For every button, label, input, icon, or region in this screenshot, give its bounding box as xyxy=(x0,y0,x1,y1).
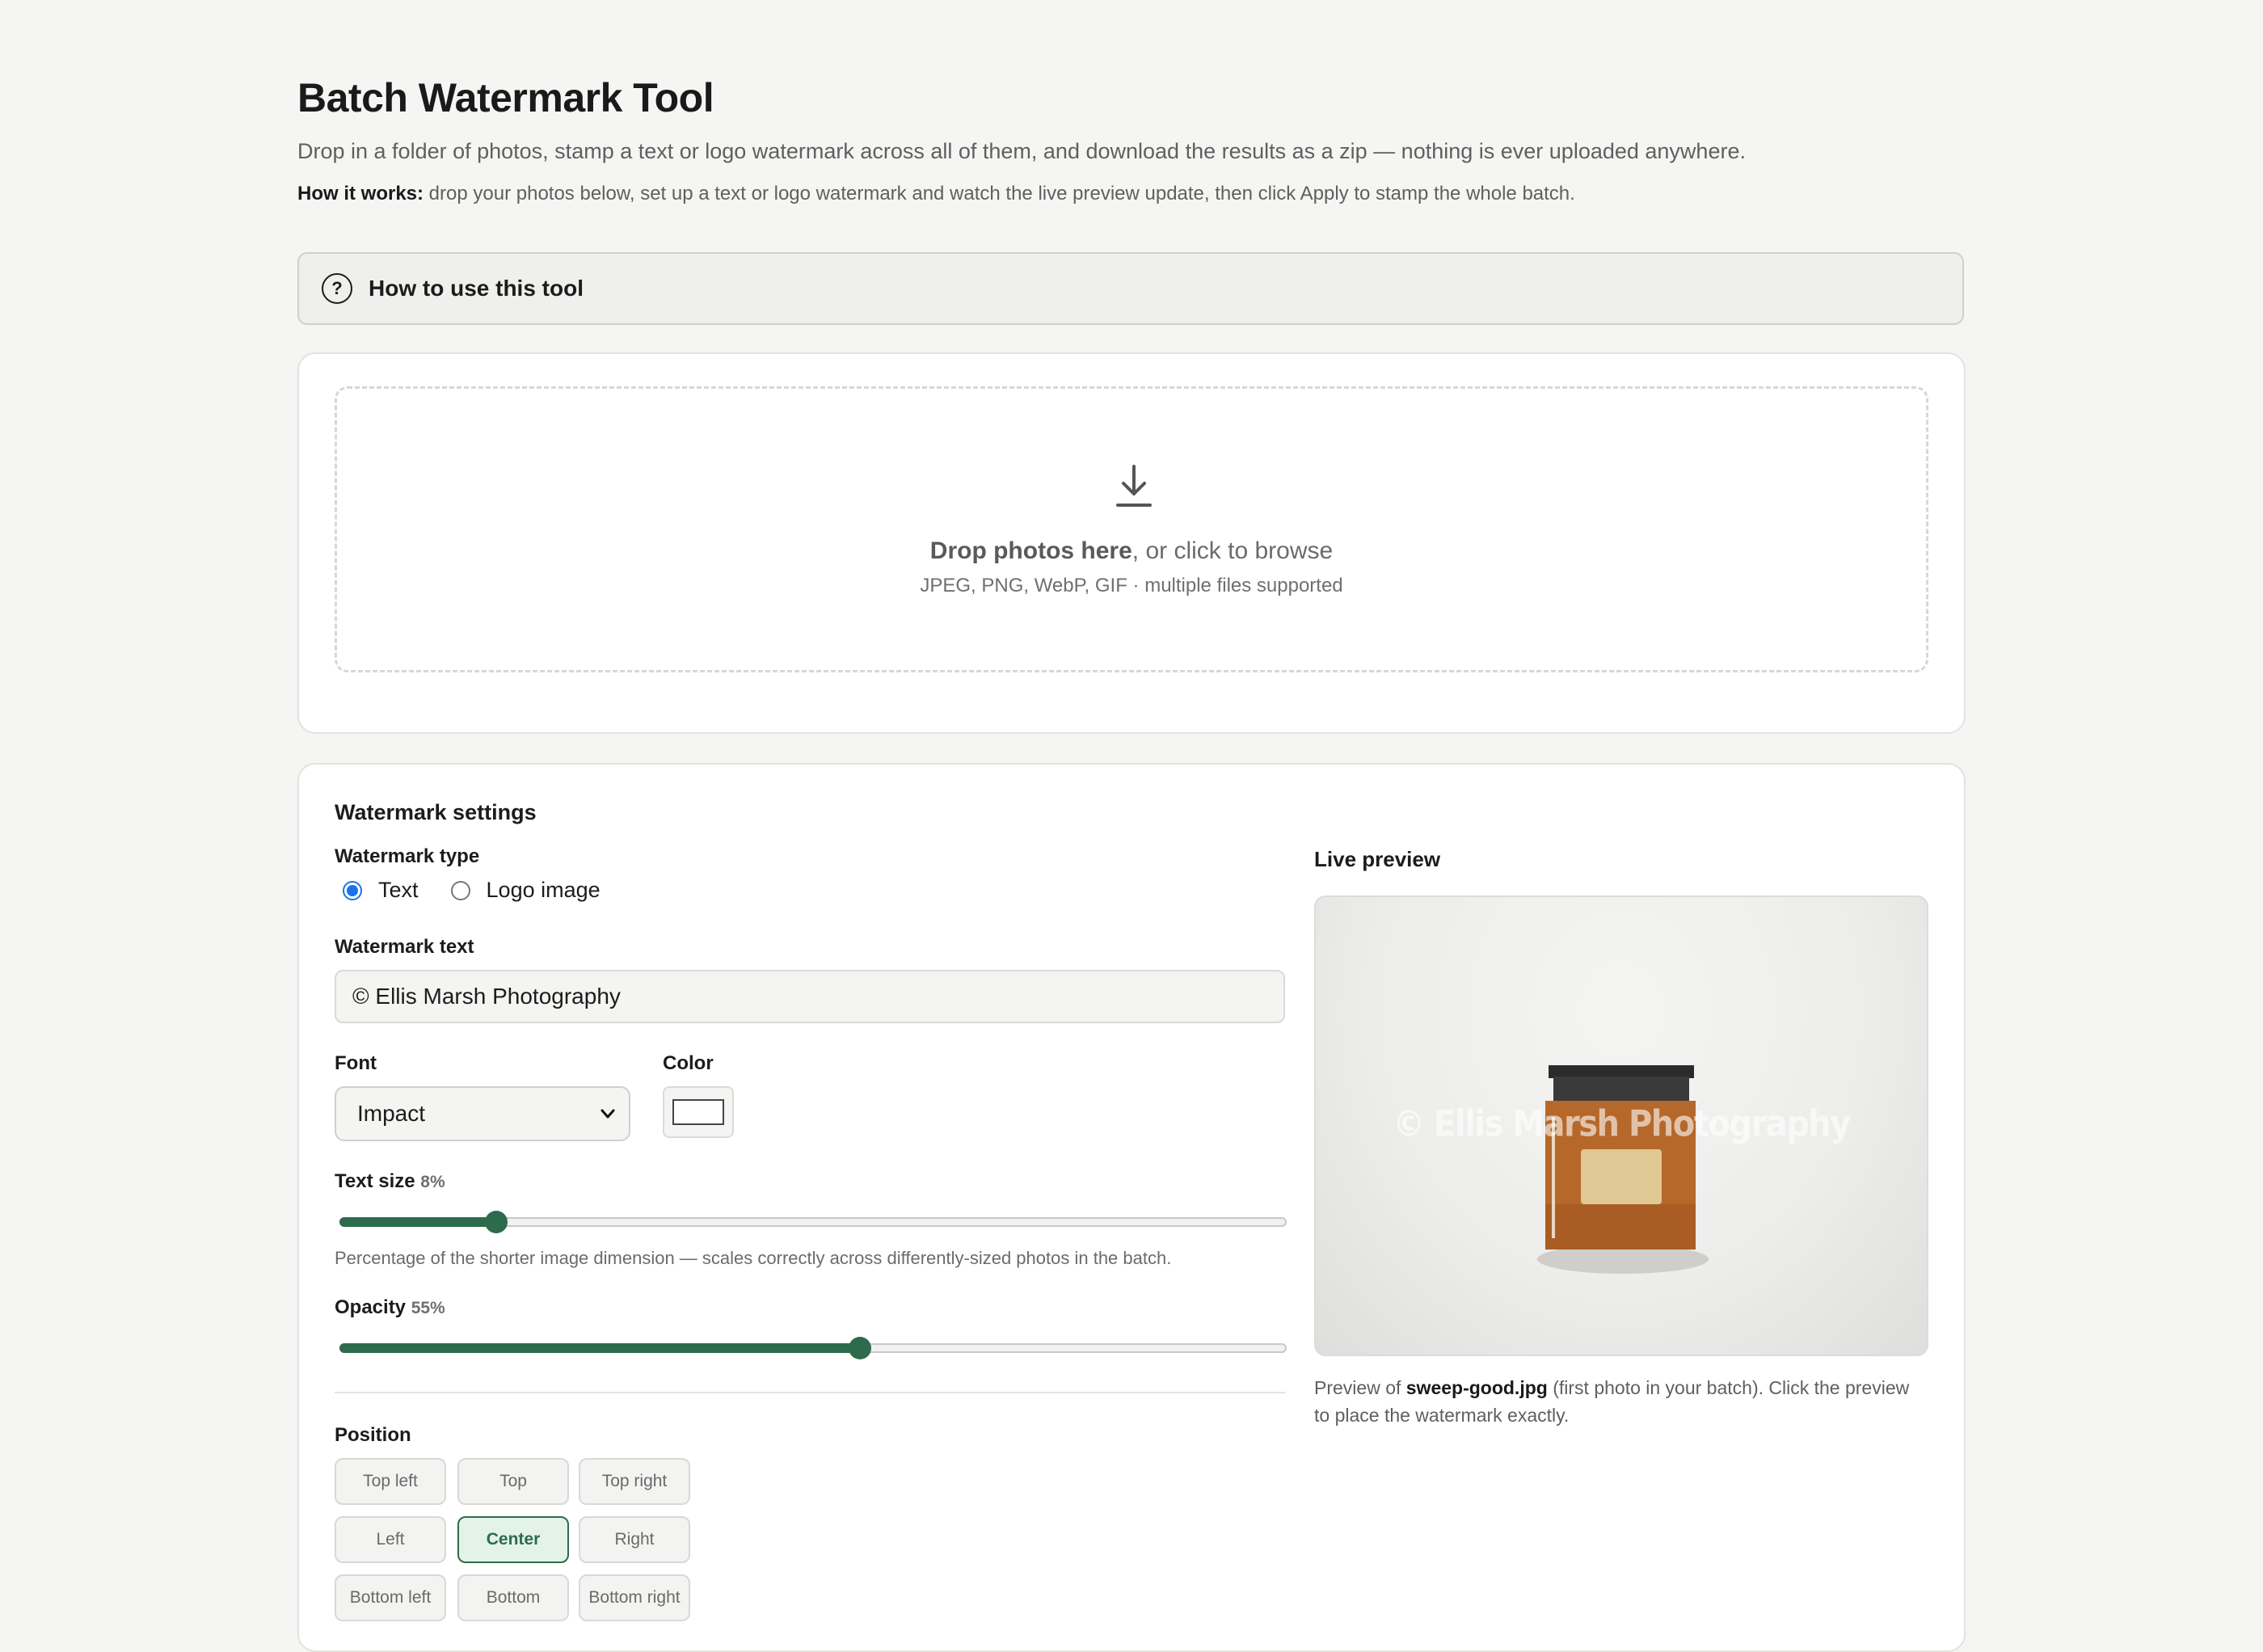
position-bottom-left-button[interactable]: Bottom left xyxy=(335,1574,446,1621)
watermark-text-input[interactable]: © Ellis Marsh Photography xyxy=(335,970,1285,1023)
live-preview-canvas[interactable]: © Ellis Marsh Photography xyxy=(1314,896,1928,1356)
jar-lid-top xyxy=(1549,1065,1694,1078)
position-bottom-right-button[interactable]: Bottom right xyxy=(579,1574,690,1621)
opacity-fill xyxy=(339,1343,860,1353)
dropzone-title: Drop photos here, or click to browse xyxy=(337,537,1926,565)
radio-logo-label: Logo image xyxy=(486,878,601,902)
text-size-label-text: Text size xyxy=(335,1170,415,1192)
live-preview-label: Live preview xyxy=(1314,847,1441,871)
watermark-text-label: Watermark text xyxy=(335,936,474,958)
position-center-button[interactable]: Center xyxy=(457,1516,569,1563)
how-to-use-toggle[interactable]: ? How to use this tool xyxy=(297,252,1964,325)
watermark-type-group: Text Logo image xyxy=(343,878,633,903)
page-title: Batch Watermark Tool xyxy=(297,75,714,120)
jar-lid xyxy=(1553,1077,1689,1102)
how-it-works-text: How it works: drop your photos below, se… xyxy=(297,183,1575,205)
position-left-button[interactable]: Left xyxy=(335,1516,446,1563)
settings-card: Watermark settings Watermark type Text L… xyxy=(297,763,1966,1652)
how-it-works-label: How it works: xyxy=(297,183,424,204)
text-size-value: 8% xyxy=(420,1173,445,1191)
help-circle-icon: ? xyxy=(322,273,352,304)
text-size-fill xyxy=(339,1217,497,1227)
watermark-type-label: Watermark type xyxy=(335,845,480,867)
position-label: Position xyxy=(335,1424,411,1446)
opacity-label-text: Opacity xyxy=(335,1296,407,1318)
how-to-use-label: How to use this tool xyxy=(369,276,584,301)
watermark-overlay: © Ellis Marsh Photography xyxy=(1393,1103,1851,1145)
opacity-slider[interactable] xyxy=(339,1332,1287,1364)
opacity-label: Opacity 55% xyxy=(335,1296,445,1319)
font-select-value: Impact xyxy=(357,1101,426,1126)
color-label: Color xyxy=(663,1052,714,1074)
upload-card: Drop photos here, or click to browse JPE… xyxy=(297,352,1966,734)
type-option-logo[interactable]: Logo image xyxy=(450,878,601,903)
radio-text[interactable] xyxy=(343,880,362,900)
caption-filename: sweep-good.jpg xyxy=(1405,1377,1548,1398)
text-size-thumb[interactable] xyxy=(485,1211,508,1233)
font-select[interactable]: Impact xyxy=(335,1086,630,1141)
text-size-label: Text size 8% xyxy=(335,1170,445,1193)
jar-shade xyxy=(1545,1204,1696,1250)
chevron-down-icon xyxy=(601,1109,615,1119)
settings-title: Watermark settings xyxy=(335,800,537,824)
text-size-slider[interactable] xyxy=(339,1206,1287,1238)
dropzone-title-rest: , or click to browse xyxy=(1132,537,1334,564)
dropzone-formats: JPEG, PNG, WebP, GIF · multiple files su… xyxy=(920,575,1343,596)
position-bottom-button[interactable]: Bottom xyxy=(457,1574,569,1621)
color-swatch xyxy=(672,1099,724,1125)
position-right-button[interactable]: Right xyxy=(579,1516,690,1563)
font-label: Font xyxy=(335,1052,377,1074)
settings-divider xyxy=(335,1392,1285,1393)
page-subtitle: Drop in a folder of photos, stamp a text… xyxy=(297,139,1746,163)
preview-caption: Preview of sweep-good.jpg (first photo i… xyxy=(1314,1374,1928,1429)
position-top-button[interactable]: Top xyxy=(457,1458,569,1505)
position-top-left-button[interactable]: Top left xyxy=(335,1458,446,1505)
opacity-value: 55% xyxy=(411,1299,445,1317)
photo-dropzone[interactable]: Drop photos here, or click to browse JPE… xyxy=(335,386,1928,672)
type-option-text[interactable]: Text xyxy=(343,878,419,903)
radio-logo[interactable] xyxy=(450,880,470,900)
text-size-hint: Percentage of the shorter image dimensio… xyxy=(335,1248,1172,1268)
opacity-thumb[interactable] xyxy=(848,1337,871,1359)
color-picker[interactable] xyxy=(663,1086,734,1138)
dropzone-title-bold: Drop photos here xyxy=(929,537,1132,564)
jar-label xyxy=(1581,1149,1662,1204)
how-it-works-body: drop your photos below, set up a text or… xyxy=(424,183,1575,204)
radio-text-label: Text xyxy=(378,878,419,902)
caption-pre: Preview of xyxy=(1314,1377,1406,1398)
download-arrow-icon xyxy=(1116,465,1152,507)
position-top-right-button[interactable]: Top right xyxy=(579,1458,690,1505)
